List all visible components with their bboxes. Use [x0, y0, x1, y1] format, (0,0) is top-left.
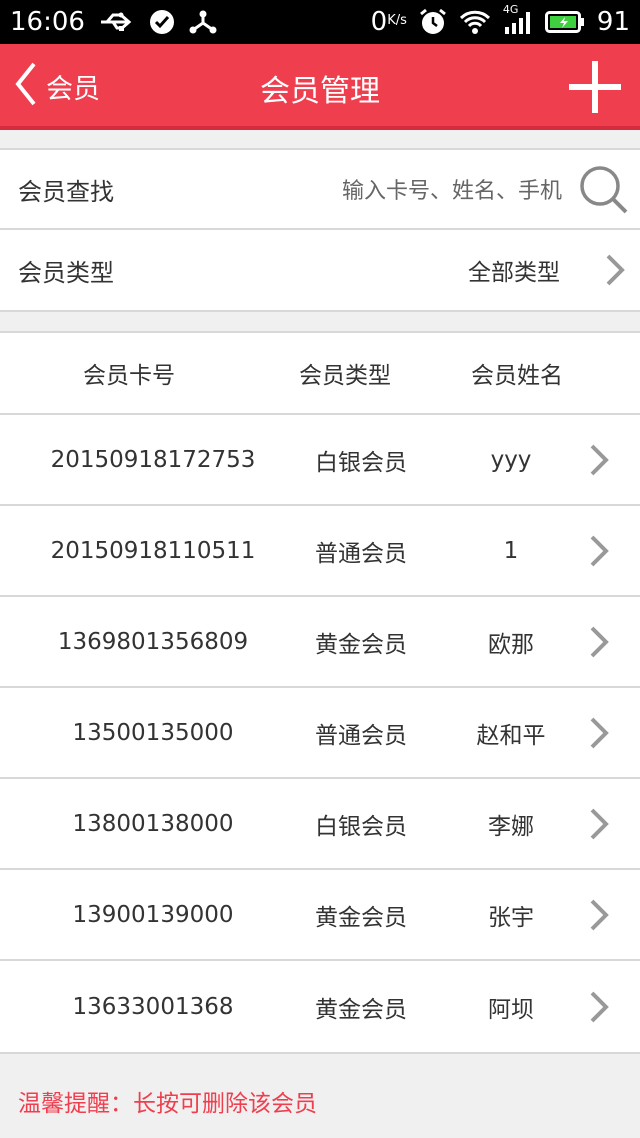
back-button[interactable]: 会员 — [14, 60, 100, 112]
chevron-right-icon — [588, 625, 610, 659]
signal-icon: 4G — [503, 3, 533, 35]
table-row[interactable]: 1369801356809 黄金会员 欧那 — [0, 597, 640, 688]
row-member-type: 白银会员 — [315, 449, 407, 476]
table-header: 会员卡号 会员类型 会员姓名 — [0, 333, 640, 415]
chevron-right-icon — [588, 534, 610, 568]
wifi-icon — [459, 9, 491, 35]
table-row[interactable]: 20150918110511 普通会员 1 — [0, 506, 640, 597]
row-member-type: 白银会员 — [315, 813, 407, 840]
row-member-name: yyy — [490, 446, 532, 473]
row-member-name: 欧那 — [488, 631, 534, 658]
chevron-right-icon — [588, 443, 610, 477]
header-member-type: 会员类型 — [299, 363, 391, 389]
chevron-right-icon — [588, 898, 610, 932]
footer-tip: 温馨提醒：长按可删除该会员 — [18, 1091, 317, 1117]
app-header: 会员 会员管理 — [0, 44, 640, 126]
row-card-number: 1369801356809 — [57, 628, 249, 655]
type-filter-row[interactable]: 会员类型 全部类型 — [0, 230, 640, 310]
filter-panel: 会员查找 会员类型 全部类型 — [0, 148, 640, 312]
type-filter-label: 会员类型 — [18, 258, 114, 287]
search-label: 会员查找 — [18, 177, 114, 206]
row-member-type: 黄金会员 — [315, 904, 407, 931]
search-row: 会员查找 — [0, 150, 640, 230]
table-row[interactable]: 13800138000 白银会员 李娜 — [0, 779, 640, 870]
header-divider — [0, 126, 640, 130]
check-icon — [149, 9, 175, 35]
header-card-number: 会员卡号 — [83, 363, 175, 389]
type-filter-value: 全部类型 — [468, 260, 560, 286]
member-table: 会员卡号 会员类型 会员姓名 20150918172753 白银会员 yyy 2… — [0, 331, 640, 1054]
row-card-number: 13500135000 — [72, 719, 234, 746]
row-member-type: 黄金会员 — [315, 631, 407, 658]
table-row[interactable]: 13500135000 普通会员 赵和平 — [0, 688, 640, 779]
search-icon[interactable] — [578, 164, 630, 216]
row-member-type: 普通会员 — [315, 540, 407, 567]
row-member-name: 阿坝 — [488, 996, 534, 1023]
chevron-right-icon — [588, 716, 610, 750]
battery-icon — [544, 10, 585, 34]
row-card-number: 20150918110511 — [50, 537, 256, 564]
status-bar: 16:06 0K/s 4G 91 — [0, 0, 640, 44]
alarm-icon — [419, 8, 447, 36]
row-member-type: 黄金会员 — [315, 996, 407, 1023]
back-label: 会员 — [46, 73, 100, 105]
usb-icon — [99, 11, 135, 33]
row-member-name: 张宇 — [488, 904, 534, 931]
chevron-right-icon — [604, 253, 626, 287]
header-member-name: 会员姓名 — [471, 363, 563, 389]
table-row[interactable]: 20150918172753 白银会员 yyy — [0, 415, 640, 506]
table-row[interactable]: 13633001368 黄金会员 阿坝 — [0, 961, 640, 1052]
chevron-left-icon — [14, 60, 38, 112]
table-body: 20150918172753 白银会员 yyy 20150918110511 普… — [0, 415, 640, 1052]
row-member-type: 普通会员 — [315, 722, 407, 749]
chevron-right-icon — [588, 807, 610, 841]
row-card-number: 13900139000 — [72, 901, 234, 928]
add-member-button[interactable] — [566, 58, 624, 116]
search-input[interactable] — [180, 172, 564, 210]
row-member-name: 赵和平 — [476, 722, 546, 749]
row-member-name: 1 — [503, 537, 519, 564]
status-time: 16:06 — [10, 7, 85, 37]
row-card-number: 20150918172753 — [50, 446, 256, 473]
row-card-number: 13633001368 — [72, 993, 234, 1020]
battery-level: 91 — [596, 7, 630, 37]
share-icon — [189, 9, 217, 35]
row-card-number: 13800138000 — [72, 810, 234, 837]
table-row[interactable]: 13900139000 黄金会员 张宇 — [0, 870, 640, 961]
net-speed: 0K/s — [370, 7, 407, 37]
chevron-right-icon — [588, 990, 610, 1024]
plus-icon — [566, 61, 624, 120]
row-member-name: 李娜 — [488, 813, 534, 840]
